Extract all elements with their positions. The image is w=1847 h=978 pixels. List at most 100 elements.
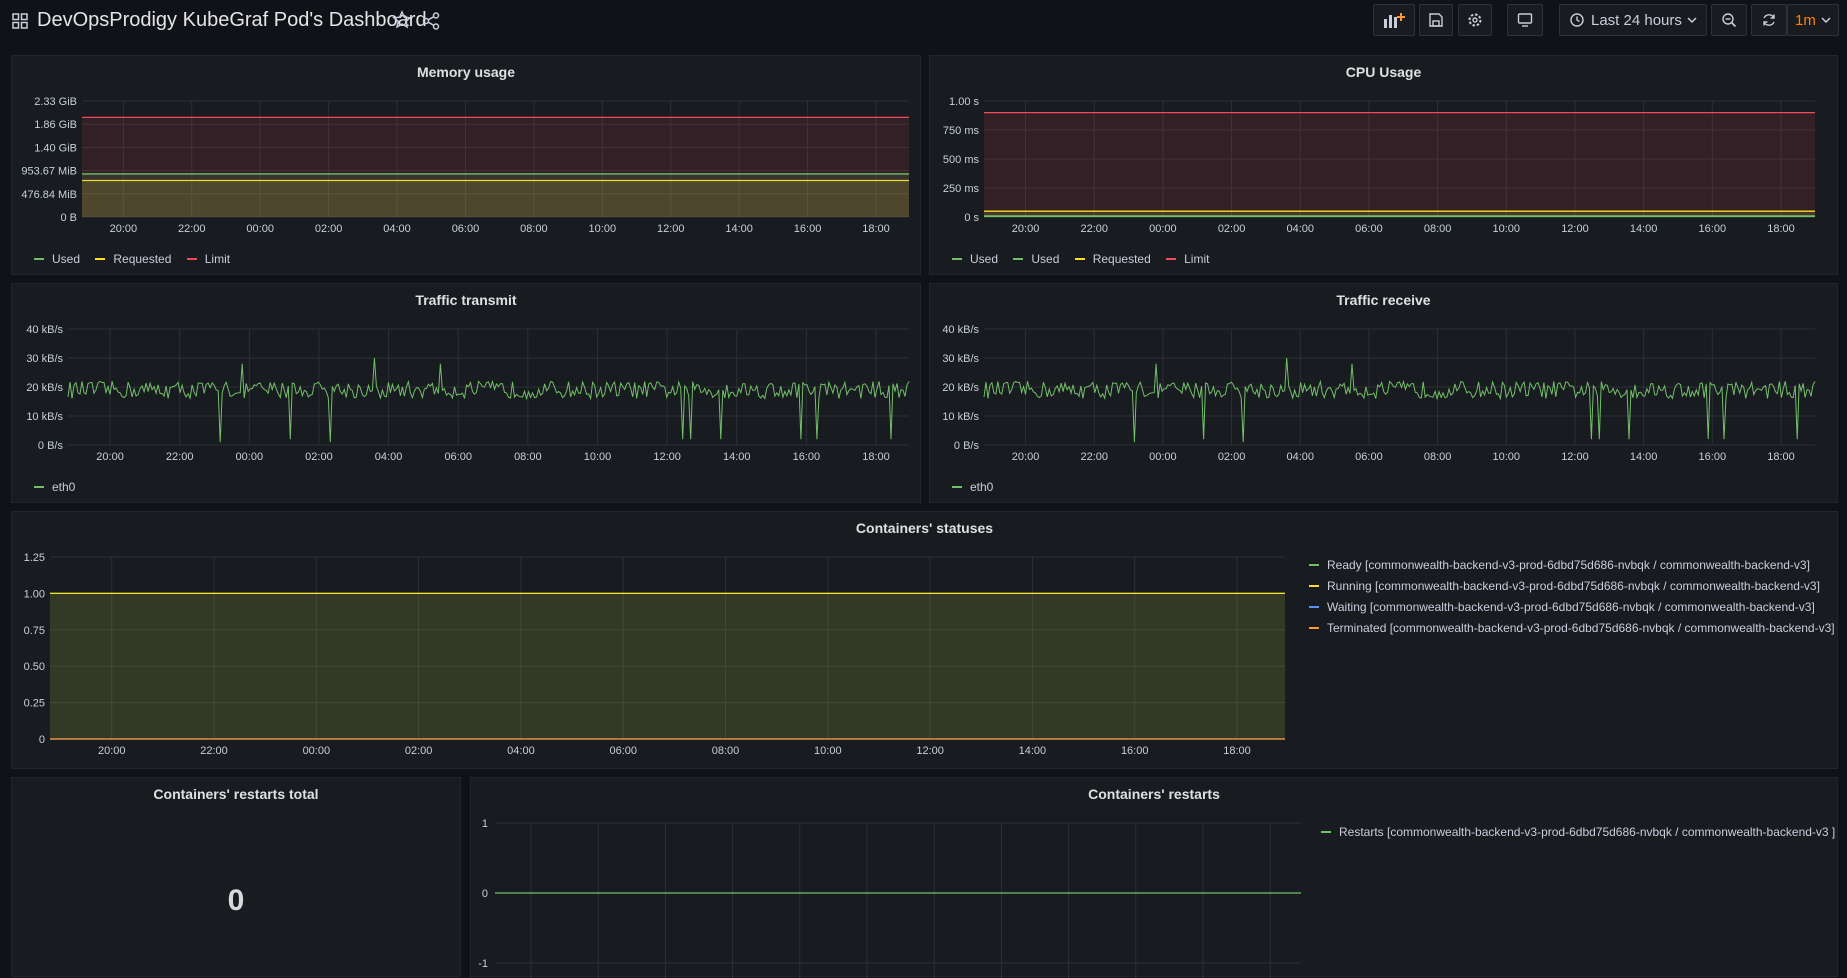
legend-item-limit[interactable]: Limit (186, 252, 231, 266)
legend-label: Used (52, 252, 81, 266)
containers-restarts-panel[interactable]: Containers' restarts -1 0 1 Restarts [comm… (470, 777, 1838, 978)
x-tick-label: 20:00 (110, 223, 138, 235)
x-tick-label: 04:00 (1286, 223, 1314, 235)
containers-statuses-chart[interactable]: 0 0.25 0.50 0.75 1.00 1.25 20:00 22:00 00:00 02:0… (12, 512, 1302, 770)
traffic-transmit-chart[interactable]: 0 B/s 10 kB/s 20 kB/s 30 kB/s 40 kB/s 20:00 22… (12, 284, 922, 504)
x-tick-label: 10:00 (1493, 451, 1521, 463)
y-tick-label: 20 kB/s (26, 382, 63, 394)
legend-item-used[interactable]: Used (34, 252, 80, 266)
x-tick-label: 06:00 (452, 223, 480, 235)
y-tick-label: 1.25 (24, 552, 45, 564)
chart-legend: Used Requested Limit (34, 249, 242, 266)
zoom-out-icon (1722, 13, 1737, 28)
legend-label: Restarts [commonwealth-backend-v3-prod-6… (1339, 824, 1836, 839)
legend-item-eth0[interactable]: eth0 (34, 480, 75, 494)
y-tick-label: -1 (478, 958, 488, 970)
x-tick-label: 04:00 (383, 223, 411, 235)
dashboard-settings-button[interactable] (1458, 4, 1492, 36)
legend-item-ready[interactable]: Ready [commonwealth-backend-v3-prod-6dbd… (1309, 554, 1835, 575)
refresh-interval-picker[interactable]: 1m (1787, 4, 1839, 36)
time-range-picker[interactable]: Last 24 hours (1559, 4, 1707, 36)
dashboard-title[interactable]: DevOpsProdigy KubeGraf Pod's Dashboard (37, 9, 427, 32)
legend-item-limit[interactable]: Limit (1166, 252, 1209, 266)
legend-item-requested[interactable]: Requested (95, 252, 171, 266)
x-tick-label: 02:00 (315, 223, 343, 235)
y-tick-label: 0 B/s (38, 440, 64, 452)
top-bar: DevOpsProdigy KubeGraf Pod's Dashboard L… (0, 0, 1847, 48)
legend-label: Used (970, 252, 999, 266)
y-tick-label: 0 s (964, 212, 979, 224)
legend-item-waiting[interactable]: Waiting [commonwealth-backend-v3-prod-6d… (1309, 596, 1835, 617)
containers-restarts-chart[interactable]: -1 0 1 (471, 778, 1311, 978)
containers-restarts-total-panel[interactable]: Containers' restarts total 0 (11, 777, 461, 977)
refresh-button[interactable] (1751, 4, 1787, 36)
series-area-limit (984, 112, 1815, 217)
y-tick-label: 30 kB/s (26, 353, 63, 365)
star-icon[interactable] (392, 10, 412, 30)
legend-item-running[interactable]: Running [commonwealth-backend-v3-prod-6d… (1309, 575, 1835, 596)
x-tick-label: 12:00 (653, 451, 681, 463)
cpu-usage-chart[interactable]: 0 s 250 ms 500 ms 750 ms 1.00 s 20:00 22:00 00:… (930, 56, 1839, 276)
legend-label: Waiting [commonwealth-backend-v3-prod-6d… (1327, 599, 1815, 614)
y-tick-label: 0.50 (24, 661, 45, 673)
memory-usage-chart[interactable]: 0 B 476.84 MiB 953.67 MiB 1.40 GiB 1.86 GiB 2… (12, 56, 922, 276)
x-tick-label: 14:00 (725, 223, 753, 235)
y-tick-label: 30 kB/s (942, 353, 979, 365)
x-tick-label: 22:00 (200, 745, 228, 757)
legend-item-eth0[interactable]: eth0 (952, 480, 993, 494)
legend-label: Running [commonwealth-backend-v3-prod-6d… (1327, 578, 1820, 593)
x-tick-label: 02:00 (1218, 451, 1246, 463)
y-tick-label: 500 ms (943, 154, 980, 166)
traffic-receive-panel[interactable]: Traffic receive 0 B/s 10 kB/s 20 kB/s 30 kB… (929, 283, 1838, 503)
y-tick-label: 0.25 (24, 698, 45, 710)
y-tick-label: 750 ms (943, 125, 980, 137)
x-tick-label: 10:00 (584, 451, 612, 463)
bar-chart-plus-icon (1384, 13, 1405, 28)
containers-statuses-panel[interactable]: Containers' statuses 0 0.25 0.50 0.75 1.00 1.… (11, 511, 1838, 769)
y-tick-label: 0 B/s (954, 440, 980, 452)
memory-usage-panel[interactable]: Memory usage 0 B 476.84 MiB 953.67 MiB 1.40… (11, 55, 921, 275)
traffic-receive-chart[interactable]: 0 B/s 10 kB/s 20 kB/s 30 kB/s 40 kB/s 20:00 22… (930, 284, 1839, 504)
legend-label: Limit (204, 252, 231, 266)
legend-item-used[interactable]: Used (952, 252, 998, 266)
x-tick-label: 12:00 (657, 223, 685, 235)
add-panel-button[interactable] (1373, 4, 1415, 36)
x-tick-label: 20:00 (96, 451, 124, 463)
x-tick-label: 14:00 (1630, 451, 1658, 463)
x-tick-label: 14:00 (723, 451, 751, 463)
x-tick-label: 08:00 (1424, 451, 1452, 463)
x-tick-label: 00:00 (303, 745, 331, 757)
x-tick-label: 22:00 (166, 451, 194, 463)
panel-title[interactable]: Containers' restarts total (12, 786, 460, 802)
refresh-interval-label: 1m (1795, 11, 1816, 29)
x-tick-label: 06:00 (444, 451, 472, 463)
legend-label: Requested (1092, 252, 1151, 266)
legend-item-terminated[interactable]: Terminated [commonwealth-backend-v3-prod… (1309, 617, 1835, 638)
x-tick-label: 18:00 (862, 451, 890, 463)
x-tick-label: 04:00 (375, 451, 403, 463)
cpu-usage-panel[interactable]: CPU Usage 0 s 250 ms 500 ms 750 ms 1.00 s 20:… (929, 55, 1838, 275)
legend-item-used-2[interactable]: Used (1013, 252, 1059, 266)
traffic-transmit-panel[interactable]: Traffic transmit 0 B/s 10 kB/s 20 kB/s 30 k… (11, 283, 921, 503)
share-icon[interactable] (421, 11, 441, 31)
save-dashboard-button[interactable] (1419, 4, 1453, 36)
legend-item-restarts[interactable]: Restarts [commonwealth-backend-v3-prod-6… (1321, 821, 1835, 842)
x-tick-label: 10:00 (1493, 223, 1521, 235)
dashboards-grid-icon[interactable] (12, 13, 28, 29)
x-tick-label: 16:00 (794, 223, 822, 235)
tv-mode-button[interactable] (1507, 4, 1543, 36)
chart-legend: Used Used Requested Limit (952, 249, 1221, 266)
x-tick-label: 08:00 (514, 451, 542, 463)
y-tick-label: 1 (482, 818, 488, 830)
legend-label: eth0 (52, 480, 76, 494)
legend-item-requested[interactable]: Requested (1074, 252, 1151, 266)
x-tick-label: 16:00 (1699, 223, 1727, 235)
legend-label: Used (1031, 252, 1060, 266)
legend-label: Terminated [commonwealth-backend-v3-prod… (1327, 620, 1835, 635)
y-tick-label: 1.00 (24, 588, 45, 600)
zoom-out-button[interactable] (1711, 4, 1747, 36)
x-tick-label: 18:00 (862, 223, 890, 235)
x-tick-label: 20:00 (98, 745, 126, 757)
y-tick-label: 250 ms (943, 183, 980, 195)
legend-label: Limit (1184, 252, 1210, 266)
